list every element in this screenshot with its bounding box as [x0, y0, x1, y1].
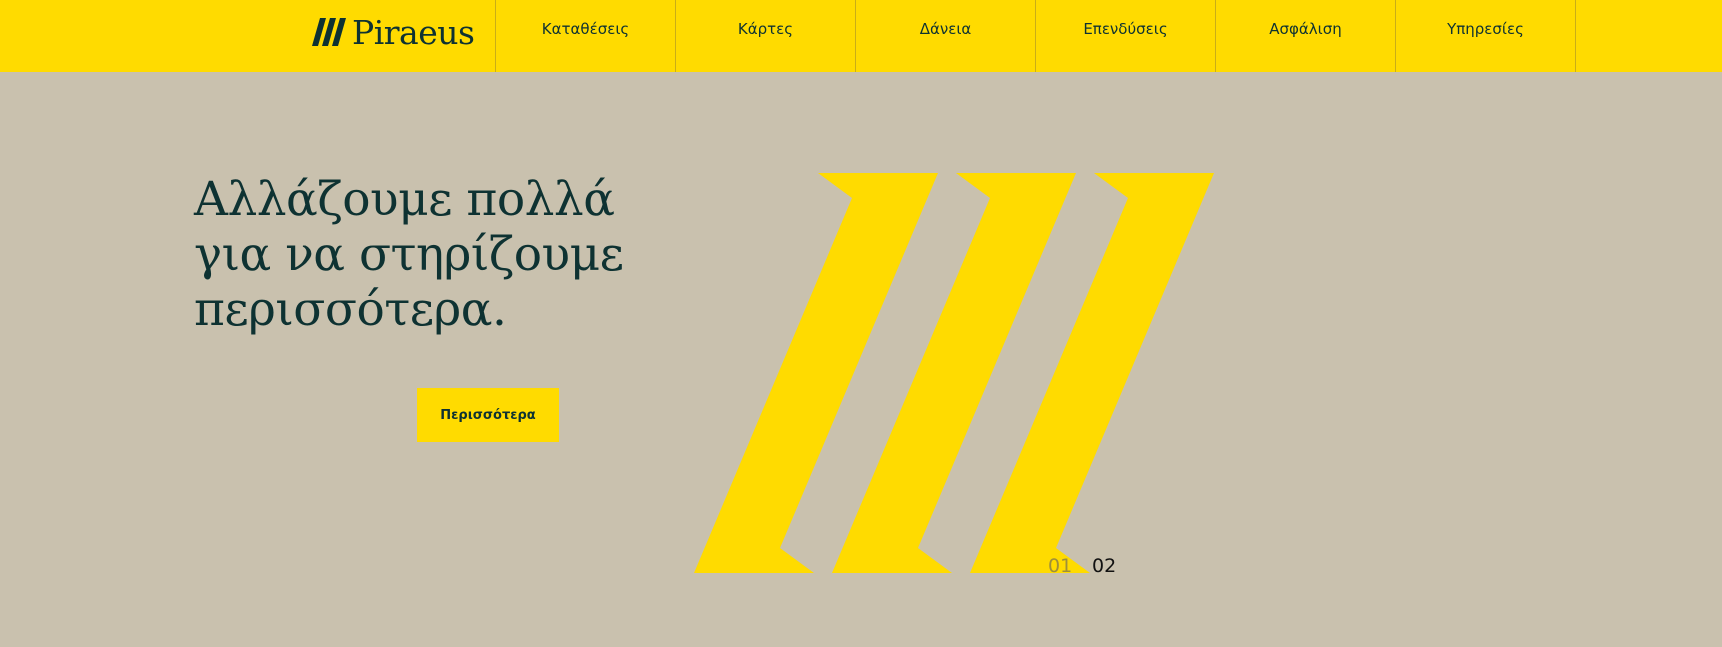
headline-line-2: για να στηρίζουμε: [194, 227, 624, 282]
piraeus-logo[interactable]: Piraeus: [312, 12, 475, 52]
top-navigation-bar: Piraeus Καταθέσεις Κάρτες Δάνεια Επενδύσ…: [0, 0, 1722, 72]
brand-name: Piraeus: [352, 12, 475, 52]
headline-line-1: Αλλάζουμε πολλά: [194, 172, 615, 227]
more-button[interactable]: Περισσότερα: [417, 388, 559, 442]
hero-headline: Αλλάζουμε πολλά για να στηρίζουμε περισσ…: [194, 172, 674, 337]
triple-slash-logo-icon: [312, 18, 346, 46]
nav-divider: [1575, 0, 1576, 72]
nav-item-insurance[interactable]: Ασφάλιση: [1215, 0, 1395, 72]
triple-slash-art: [694, 173, 1214, 573]
slide-indicator-01[interactable]: 01: [1048, 555, 1072, 577]
nav-item-services[interactable]: Υπηρεσίες: [1395, 0, 1575, 72]
nav-item-cards[interactable]: Κάρτες: [675, 0, 855, 72]
slide-indicator-02[interactable]: 02: [1092, 555, 1116, 577]
main-nav: Καταθέσεις Κάρτες Δάνεια Επενδύσεις Ασφά…: [495, 0, 1576, 72]
nav-item-loans[interactable]: Δάνεια: [855, 0, 1035, 72]
nav-item-investments[interactable]: Επενδύσεις: [1035, 0, 1215, 72]
headline-line-3: περισσότερα.: [194, 282, 507, 337]
nav-item-deposits[interactable]: Καταθέσεις: [495, 0, 675, 72]
